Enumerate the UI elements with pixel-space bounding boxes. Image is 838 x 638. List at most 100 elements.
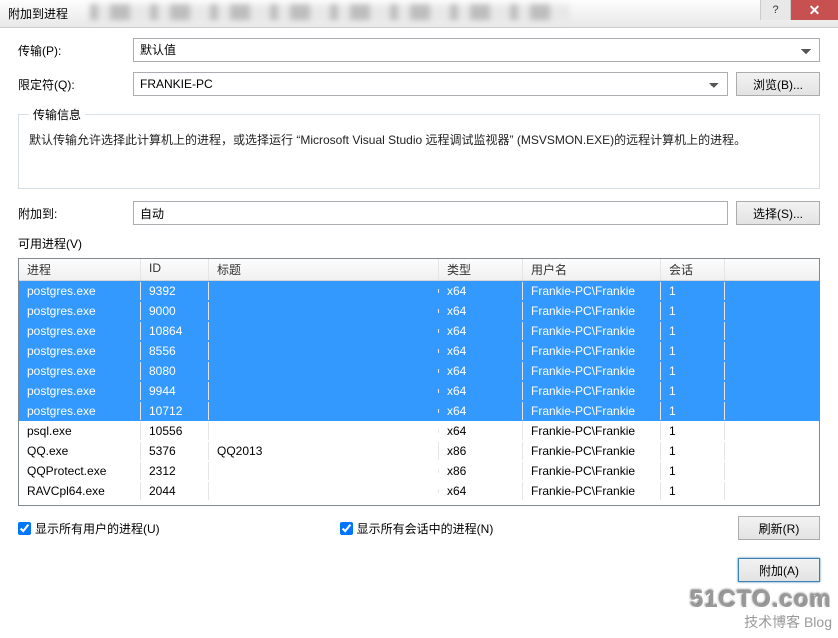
cell-title [209, 469, 439, 473]
cell-type: x86 [439, 462, 523, 480]
table-row[interactable]: postgres.exe10712 x64Frankie-PC\Frankie1 [19, 401, 819, 421]
table-row[interactable]: postgres.exe10864x64Frankie-PC\Frankie1 [19, 321, 819, 341]
cell-proc: RAVCpl64.exe [19, 482, 141, 500]
cell-user: Frankie-PC\Frankie [523, 402, 661, 420]
table-row[interactable]: QQProtect.exe2312 x86Frankie-PC\Frankie1 [19, 461, 819, 481]
cell-id: 2044 [141, 482, 209, 500]
qualifier-label: 限定符(Q): [18, 76, 133, 93]
cell-proc: postgres.exe [19, 322, 141, 340]
cell-user: Frankie-PC\Frankie [523, 362, 661, 380]
window-title: 附加到进程 [8, 5, 68, 22]
table-row[interactable]: postgres.exe9000x64Frankie-PC\Frankie1 [19, 301, 819, 321]
cell-title [209, 309, 439, 313]
transport-label: 传输(P): [18, 42, 133, 59]
cell-title [209, 349, 439, 353]
cell-session: 1 [661, 362, 725, 380]
cell-user: Frankie-PC\Frankie [523, 382, 661, 400]
cell-title [209, 329, 439, 333]
cell-title [209, 489, 439, 493]
qualifier-select[interactable]: FRANKIE-PC [133, 72, 728, 96]
transport-select[interactable]: 默认值 [133, 38, 820, 62]
cell-type: x64 [439, 402, 523, 420]
table-row[interactable]: psql.exe10556x64Frankie-PC\Frankie1 [19, 421, 819, 441]
cell-proc: postgres.exe [19, 302, 141, 320]
close-button[interactable]: ✕ [790, 0, 838, 20]
cell-session: 1 [661, 422, 725, 440]
available-label: 可用进程(V) [18, 235, 820, 252]
cell-user: Frankie-PC\Frankie [523, 342, 661, 360]
transport-info-text: 默认传输允许选择此计算机上的进程，或选择运行 “Microsoft Visual… [29, 131, 809, 150]
attach-button[interactable]: 附加(A) [738, 558, 820, 582]
cell-type: x64 [439, 342, 523, 360]
cell-proc: postgres.exe [19, 382, 141, 400]
watermark-small: 技术博客 Blog [690, 612, 832, 632]
cell-type: x64 [439, 302, 523, 320]
select-button[interactable]: 选择(S)... [736, 201, 820, 225]
cell-type: x64 [439, 482, 523, 500]
show-all-users-label: 显示所有用户的进程(U) [35, 520, 160, 537]
table-body[interactable]: postgres.exe9392x64Frankie-PC\Frankie1po… [19, 281, 819, 506]
cell-session: 1 [661, 342, 725, 360]
cell-type: x64 [439, 322, 523, 340]
cell-id: 2312 [141, 462, 209, 480]
cell-type: x64 [439, 362, 523, 380]
transport-row: 传输(P): 默认值 [18, 38, 820, 62]
col-id[interactable]: ID [141, 259, 209, 280]
col-type[interactable]: 类型 [439, 259, 523, 280]
browse-button[interactable]: 浏览(B)... [736, 72, 820, 96]
col-user[interactable]: 用户名 [523, 259, 661, 280]
cell-type: x64 [439, 282, 523, 300]
cell-proc: QQ.exe [19, 442, 141, 460]
cell-proc: postgres.exe [19, 402, 141, 420]
cell-title [209, 389, 439, 393]
dialog-body: 传输(P): 默认值 限定符(Q): FRANKIE-PC 浏览(B)... 传… [0, 28, 838, 550]
process-table: 进程 ID 标题 类型 用户名 会话 postgres.exe9392x64Fr… [18, 258, 820, 506]
cell-id: 9000 [141, 302, 209, 320]
cell-id: 5376 [141, 442, 209, 460]
cell-session: 1 [661, 482, 725, 500]
attach-to-field[interactable] [133, 201, 728, 225]
cell-id: 10712 [141, 402, 209, 420]
col-process[interactable]: 进程 [19, 259, 141, 280]
cell-id: 10864 [141, 322, 209, 340]
cell-type: x64 [439, 422, 523, 440]
refresh-button[interactable]: 刷新(R) [738, 516, 820, 540]
cell-proc: postgres.exe [19, 362, 141, 380]
help-button[interactable]: ? [760, 0, 790, 20]
cell-session: 1 [661, 442, 725, 460]
cell-session: 1 [661, 462, 725, 480]
table-row[interactable]: RAVCpl64.exe2044x64Frankie-PC\Frankie1 [19, 481, 819, 501]
cell-user: Frankie-PC\Frankie [523, 442, 661, 460]
qualifier-row: 限定符(Q): FRANKIE-PC 浏览(B)... [18, 72, 820, 96]
table-row[interactable]: postgres.exe9392x64Frankie-PC\Frankie1 [19, 281, 819, 301]
cell-title: QQ2013 [209, 442, 439, 460]
cell-user: Frankie-PC\Frankie [523, 462, 661, 480]
transport-info-legend: 传输信息 [29, 106, 85, 123]
cell-session: 1 [661, 402, 725, 420]
cell-user: Frankie-PC\Frankie [523, 302, 661, 320]
show-all-users-checkbox[interactable]: 显示所有用户的进程(U) [18, 520, 160, 537]
attach-to-label: 附加到: [18, 205, 133, 222]
col-title[interactable]: 标题 [209, 259, 439, 280]
titlebar: 附加到进程 ? ✕ [0, 0, 838, 28]
cell-user: Frankie-PC\Frankie [523, 282, 661, 300]
cell-title [209, 429, 439, 433]
show-all-users-input[interactable] [18, 522, 31, 535]
cell-title [209, 409, 439, 413]
cell-title [209, 289, 439, 293]
cell-title [209, 369, 439, 373]
show-all-sessions-input[interactable] [340, 522, 353, 535]
table-row[interactable]: postgres.exe9944x64Frankie-PC\Frankie1 [19, 381, 819, 401]
window-buttons: ? ✕ [760, 0, 838, 20]
col-session[interactable]: 会话 [661, 259, 725, 280]
table-row[interactable]: postgres.exe8080x64Frankie-PC\Frankie1 [19, 361, 819, 381]
transport-info-group: 传输信息 默认传输允许选择此计算机上的进程，或选择运行 “Microsoft V… [18, 106, 820, 189]
table-row[interactable]: QQ.exe5376QQ2013x86Frankie-PC\Frankie1 [19, 441, 819, 461]
cell-proc: postgres.exe [19, 342, 141, 360]
cell-proc: QQProtect.exe [19, 462, 141, 480]
show-all-sessions-checkbox[interactable]: 显示所有会话中的进程(N) [340, 520, 494, 537]
dialog-footer: 附加(A) [0, 550, 838, 596]
table-row[interactable]: postgres.exe8556x64Frankie-PC\Frankie1 [19, 341, 819, 361]
cell-user: Frankie-PC\Frankie [523, 422, 661, 440]
cell-proc: postgres.exe [19, 282, 141, 300]
